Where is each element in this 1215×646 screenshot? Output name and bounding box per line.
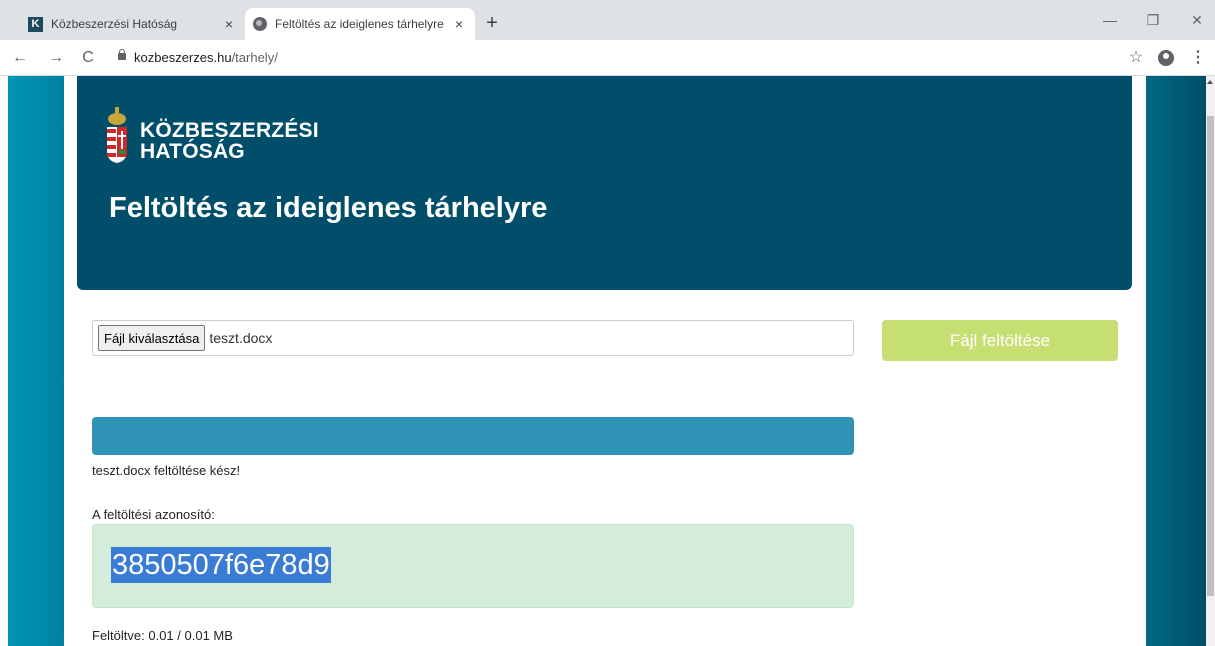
- browser-toolbar: ← → C kozbeszerzes.hu/tarhely/ ☆ ⋮: [0, 40, 1215, 76]
- globe-icon: [253, 17, 267, 31]
- file-input[interactable]: Fájl kiválasztása teszt.docx: [92, 320, 854, 356]
- upload-id-box: 3850507f6e78d9: [92, 524, 854, 608]
- profile-icon[interactable]: [1158, 50, 1174, 66]
- right-decoration: [1146, 76, 1206, 646]
- tab-feltoltes[interactable]: Feltöltés az ideiglenes tárhelyre ×: [245, 8, 475, 40]
- scrollbar[interactable]: [1206, 76, 1215, 646]
- tab-title: Közbeszerzési Hatóság: [51, 17, 178, 31]
- progress-bar: [92, 417, 854, 455]
- choose-file-button[interactable]: Fájl kiválasztása: [98, 325, 206, 351]
- bookmark-star-icon[interactable]: ☆: [1124, 46, 1148, 70]
- new-tab-button[interactable]: +: [480, 12, 504, 36]
- url-path: /tarhely/: [231, 50, 278, 65]
- upload-id-label: A feltöltési azonosító:: [92, 507, 215, 522]
- left-decoration: [8, 76, 64, 646]
- reload-button[interactable]: C: [76, 46, 100, 70]
- address-bar[interactable]: kozbeszerzes.hu/tarhely/: [134, 50, 278, 65]
- page-viewport: KÖZBESZERZÉSI HATÓSÁG Feltöltés az ideig…: [0, 76, 1215, 646]
- logo-line-2: HATÓSÁG: [140, 140, 245, 163]
- minimize-button[interactable]: —: [1092, 8, 1128, 32]
- close-icon[interactable]: ×: [451, 16, 467, 32]
- url-host: kozbeszerzes.hu: [134, 50, 232, 65]
- page-header: KÖZBESZERZÉSI HATÓSÁG Feltöltés az ideig…: [77, 76, 1132, 290]
- tab-kozbeszerzesi-hatosag[interactable]: K Közbeszerzési Hatóság ×: [20, 8, 245, 40]
- progress-fill: [92, 417, 854, 455]
- logo-line-1: KÖZBESZERZÉSI: [140, 119, 319, 142]
- page-title: Feltöltés az ideiglenes tárhelyre: [109, 192, 548, 224]
- lock-icon[interactable]: [118, 49, 126, 60]
- window-close-button[interactable]: ✕: [1179, 8, 1215, 32]
- upload-button[interactable]: Fájl feltöltése: [882, 320, 1118, 361]
- forward-button[interactable]: →: [44, 46, 68, 70]
- scrollbar-thumb[interactable]: [1207, 116, 1214, 596]
- menu-icon[interactable]: ⋮: [1190, 46, 1206, 70]
- upload-id-value[interactable]: 3850507f6e78d9: [111, 547, 331, 583]
- scroll-up-arrow-icon[interactable]: [1207, 80, 1213, 84]
- tab-title: Feltöltés az ideiglenes tárhelyre: [275, 17, 444, 31]
- selected-file-name: teszt.docx: [209, 330, 273, 346]
- uploaded-size-text: Feltöltve: 0.01 / 0.01 MB: [92, 628, 233, 643]
- upload-status-text: teszt.docx feltöltése kész!: [92, 463, 241, 478]
- coat-of-arms-icon: [107, 107, 127, 163]
- close-icon[interactable]: ×: [221, 16, 237, 32]
- back-button[interactable]: ←: [8, 46, 32, 70]
- tab-strip: K Közbeszerzési Hatóság × Feltöltés az i…: [0, 0, 1215, 40]
- restore-button[interactable]: ❐: [1135, 8, 1171, 32]
- logo-text: KÖZBESZERZÉSI HATÓSÁG: [140, 120, 319, 162]
- site-favicon-icon: K: [28, 16, 43, 32]
